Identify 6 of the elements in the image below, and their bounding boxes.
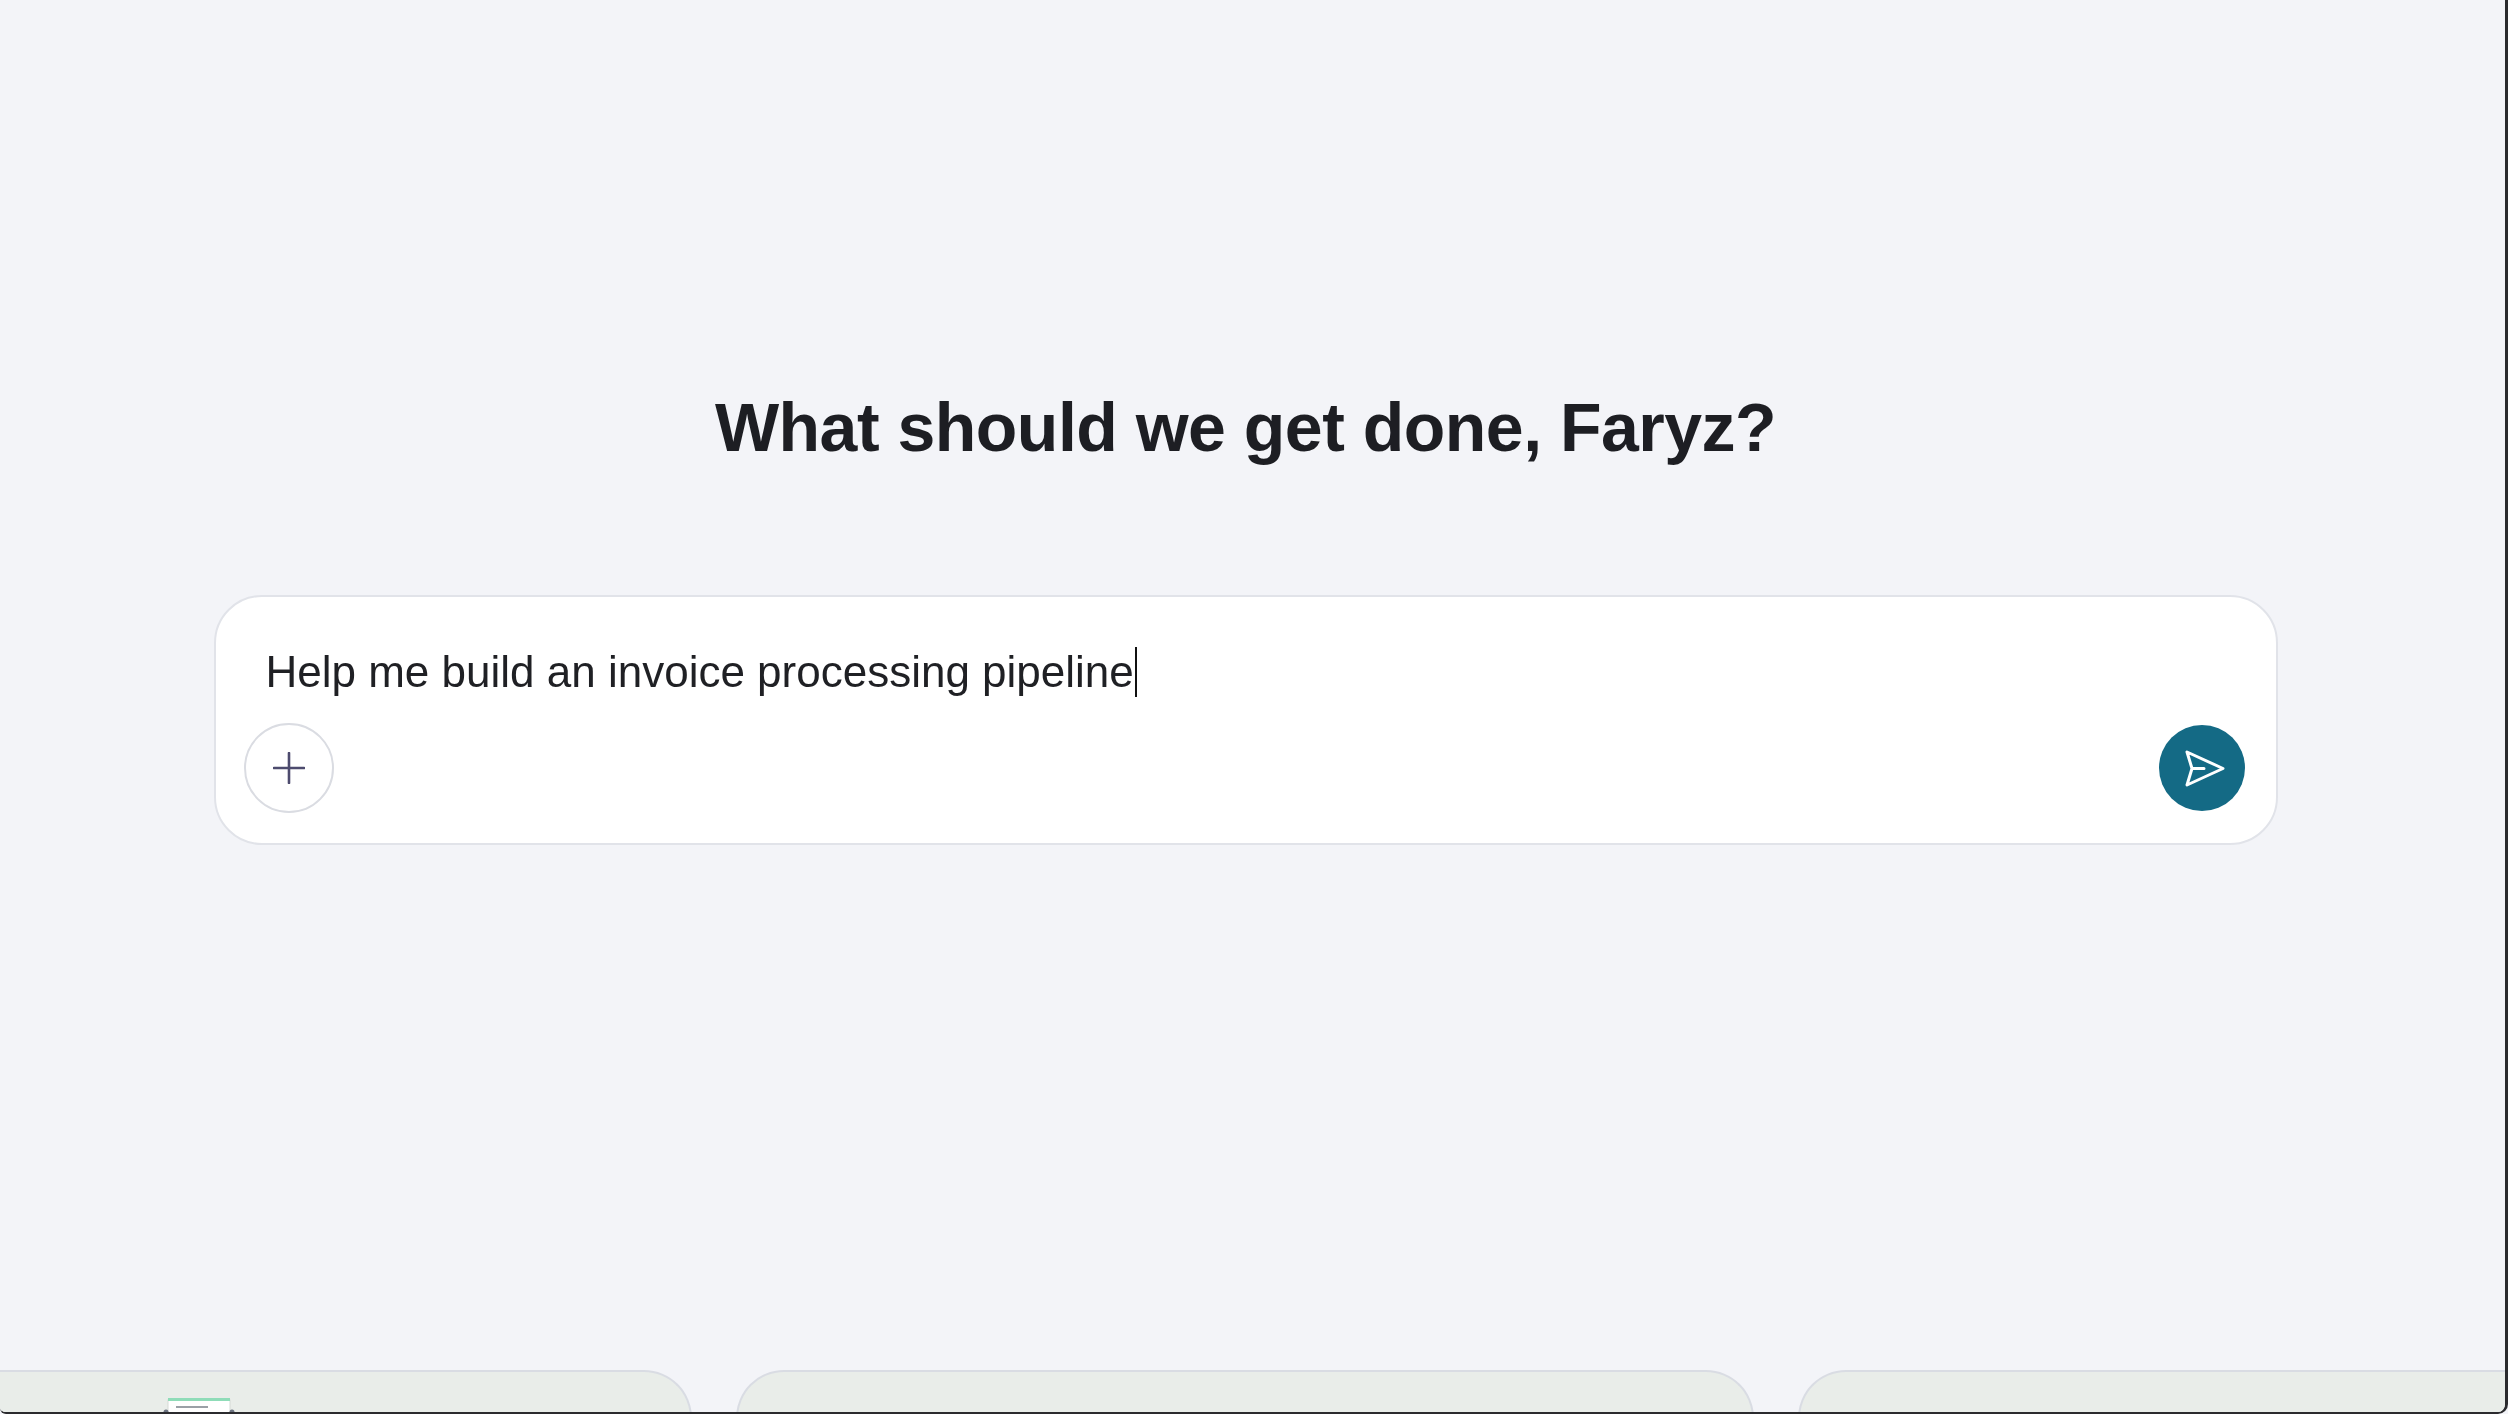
preview-card[interactable] xyxy=(0,1370,692,1412)
plus-icon xyxy=(272,752,305,784)
prompt-input[interactable]: Help me build an invoice processing pipeline xyxy=(265,644,2245,700)
preview-card[interactable] xyxy=(1798,1370,2505,1412)
greeting-heading: What should we get done, Faryz? xyxy=(714,388,1777,467)
send-icon xyxy=(2184,749,2225,787)
